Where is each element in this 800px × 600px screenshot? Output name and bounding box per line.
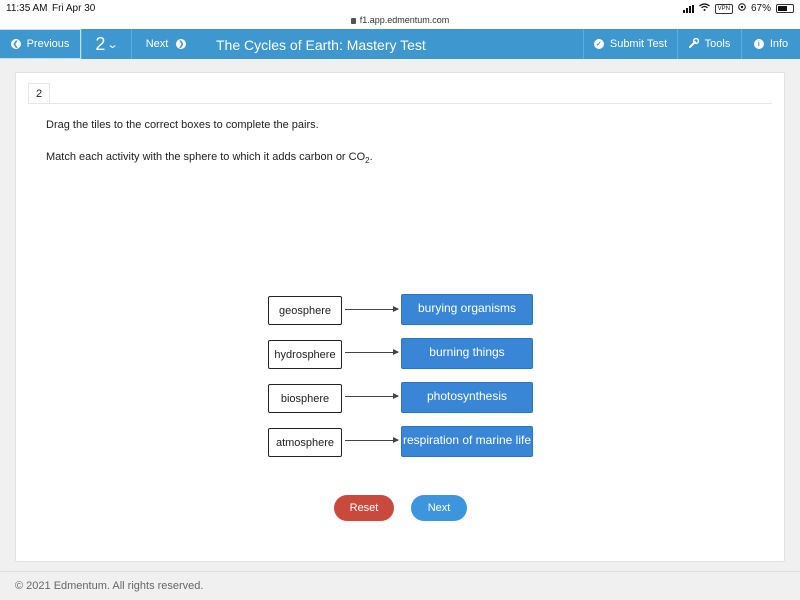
- test-title: The Cycles of Earth: Mastery Test: [216, 37, 426, 53]
- battery-fill: [778, 6, 788, 11]
- chevron-left-icon: ❮: [10, 39, 21, 49]
- footer-divider: [0, 571, 800, 572]
- answer-tile[interactable]: burying organisms: [401, 294, 533, 325]
- previous-button[interactable]: ❮ Previous: [0, 29, 81, 59]
- chevron-right-icon: ❯: [176, 39, 187, 49]
- prompt-end: .: [369, 151, 373, 163]
- status-indicators: VPN 67%: [682, 3, 794, 14]
- location-icon: [738, 3, 746, 14]
- footer-copyright: © 2021 Edmentum. All rights reserved.: [15, 580, 204, 592]
- question-selector[interactable]: 2 ⌄: [81, 29, 131, 59]
- reset-button[interactable]: Reset: [334, 495, 394, 521]
- tools-label: Tools: [704, 38, 731, 50]
- signal-icon: [682, 4, 694, 13]
- arrow-icon: [345, 349, 399, 355]
- prompt-text: Match each activity with the sphere to w…: [46, 151, 366, 163]
- sphere-box-atmosphere: atmosphere: [268, 428, 342, 457]
- question-number: 2: [95, 33, 106, 54]
- question-panel: 2 Drag the tiles to the correct boxes to…: [15, 72, 785, 562]
- sphere-box-geosphere: geosphere: [268, 296, 342, 325]
- instruction-text: Drag the tiles to the correct boxes to c…: [46, 119, 319, 131]
- question-prompt: Match each activity with the sphere to w…: [46, 151, 373, 165]
- url-text: f1.app.edmentum.com: [359, 15, 450, 25]
- status-date: Fri Apr 30: [52, 3, 96, 14]
- battery-percent: 67%: [750, 3, 771, 14]
- question-tab: 2: [28, 83, 50, 103]
- info-icon: i: [753, 39, 764, 49]
- lock-icon: [350, 18, 356, 24]
- info-button[interactable]: i Info: [741, 29, 800, 59]
- next-button[interactable]: Next: [411, 495, 467, 521]
- wrench-icon: [688, 37, 699, 51]
- previous-label: Previous: [26, 38, 70, 50]
- tools-button[interactable]: Tools: [677, 29, 741, 59]
- answer-tile[interactable]: respiration of marine life: [401, 426, 533, 457]
- submit-test-button[interactable]: ✓ Submit Test: [583, 29, 677, 59]
- next-question-button[interactable]: Next ❯: [131, 29, 200, 59]
- wifi-icon: [698, 3, 710, 14]
- answer-tile[interactable]: burning things: [401, 338, 533, 369]
- sphere-box-hydrosphere: hydrosphere: [268, 340, 342, 369]
- vpn-icon: VPN: [714, 3, 733, 14]
- arrow-icon: [345, 437, 399, 443]
- check-circle-icon: ✓: [593, 39, 604, 49]
- arrow-icon: [345, 306, 399, 312]
- battery-icon: [776, 4, 794, 13]
- status-bar: 11:35 AM Fri Apr 30 f1.app.edmentum.com …: [0, 0, 800, 30]
- info-label: Info: [769, 38, 789, 50]
- sphere-box-biosphere: biosphere: [268, 384, 342, 413]
- divider: [28, 103, 772, 104]
- arrow-icon: [345, 393, 399, 399]
- status-time: 11:35 AM: [6, 3, 48, 14]
- test-nav-bar: ❮ Previous 2 ⌄ Next ❯ The Cycles of Eart…: [0, 29, 800, 59]
- address-bar[interactable]: f1.app.edmentum.com: [0, 15, 800, 25]
- submit-label: Submit Test: [609, 38, 668, 50]
- next-label: Next: [145, 38, 169, 50]
- answer-tile[interactable]: photosynthesis: [401, 382, 533, 413]
- chevron-down-icon: ⌄: [107, 38, 119, 51]
